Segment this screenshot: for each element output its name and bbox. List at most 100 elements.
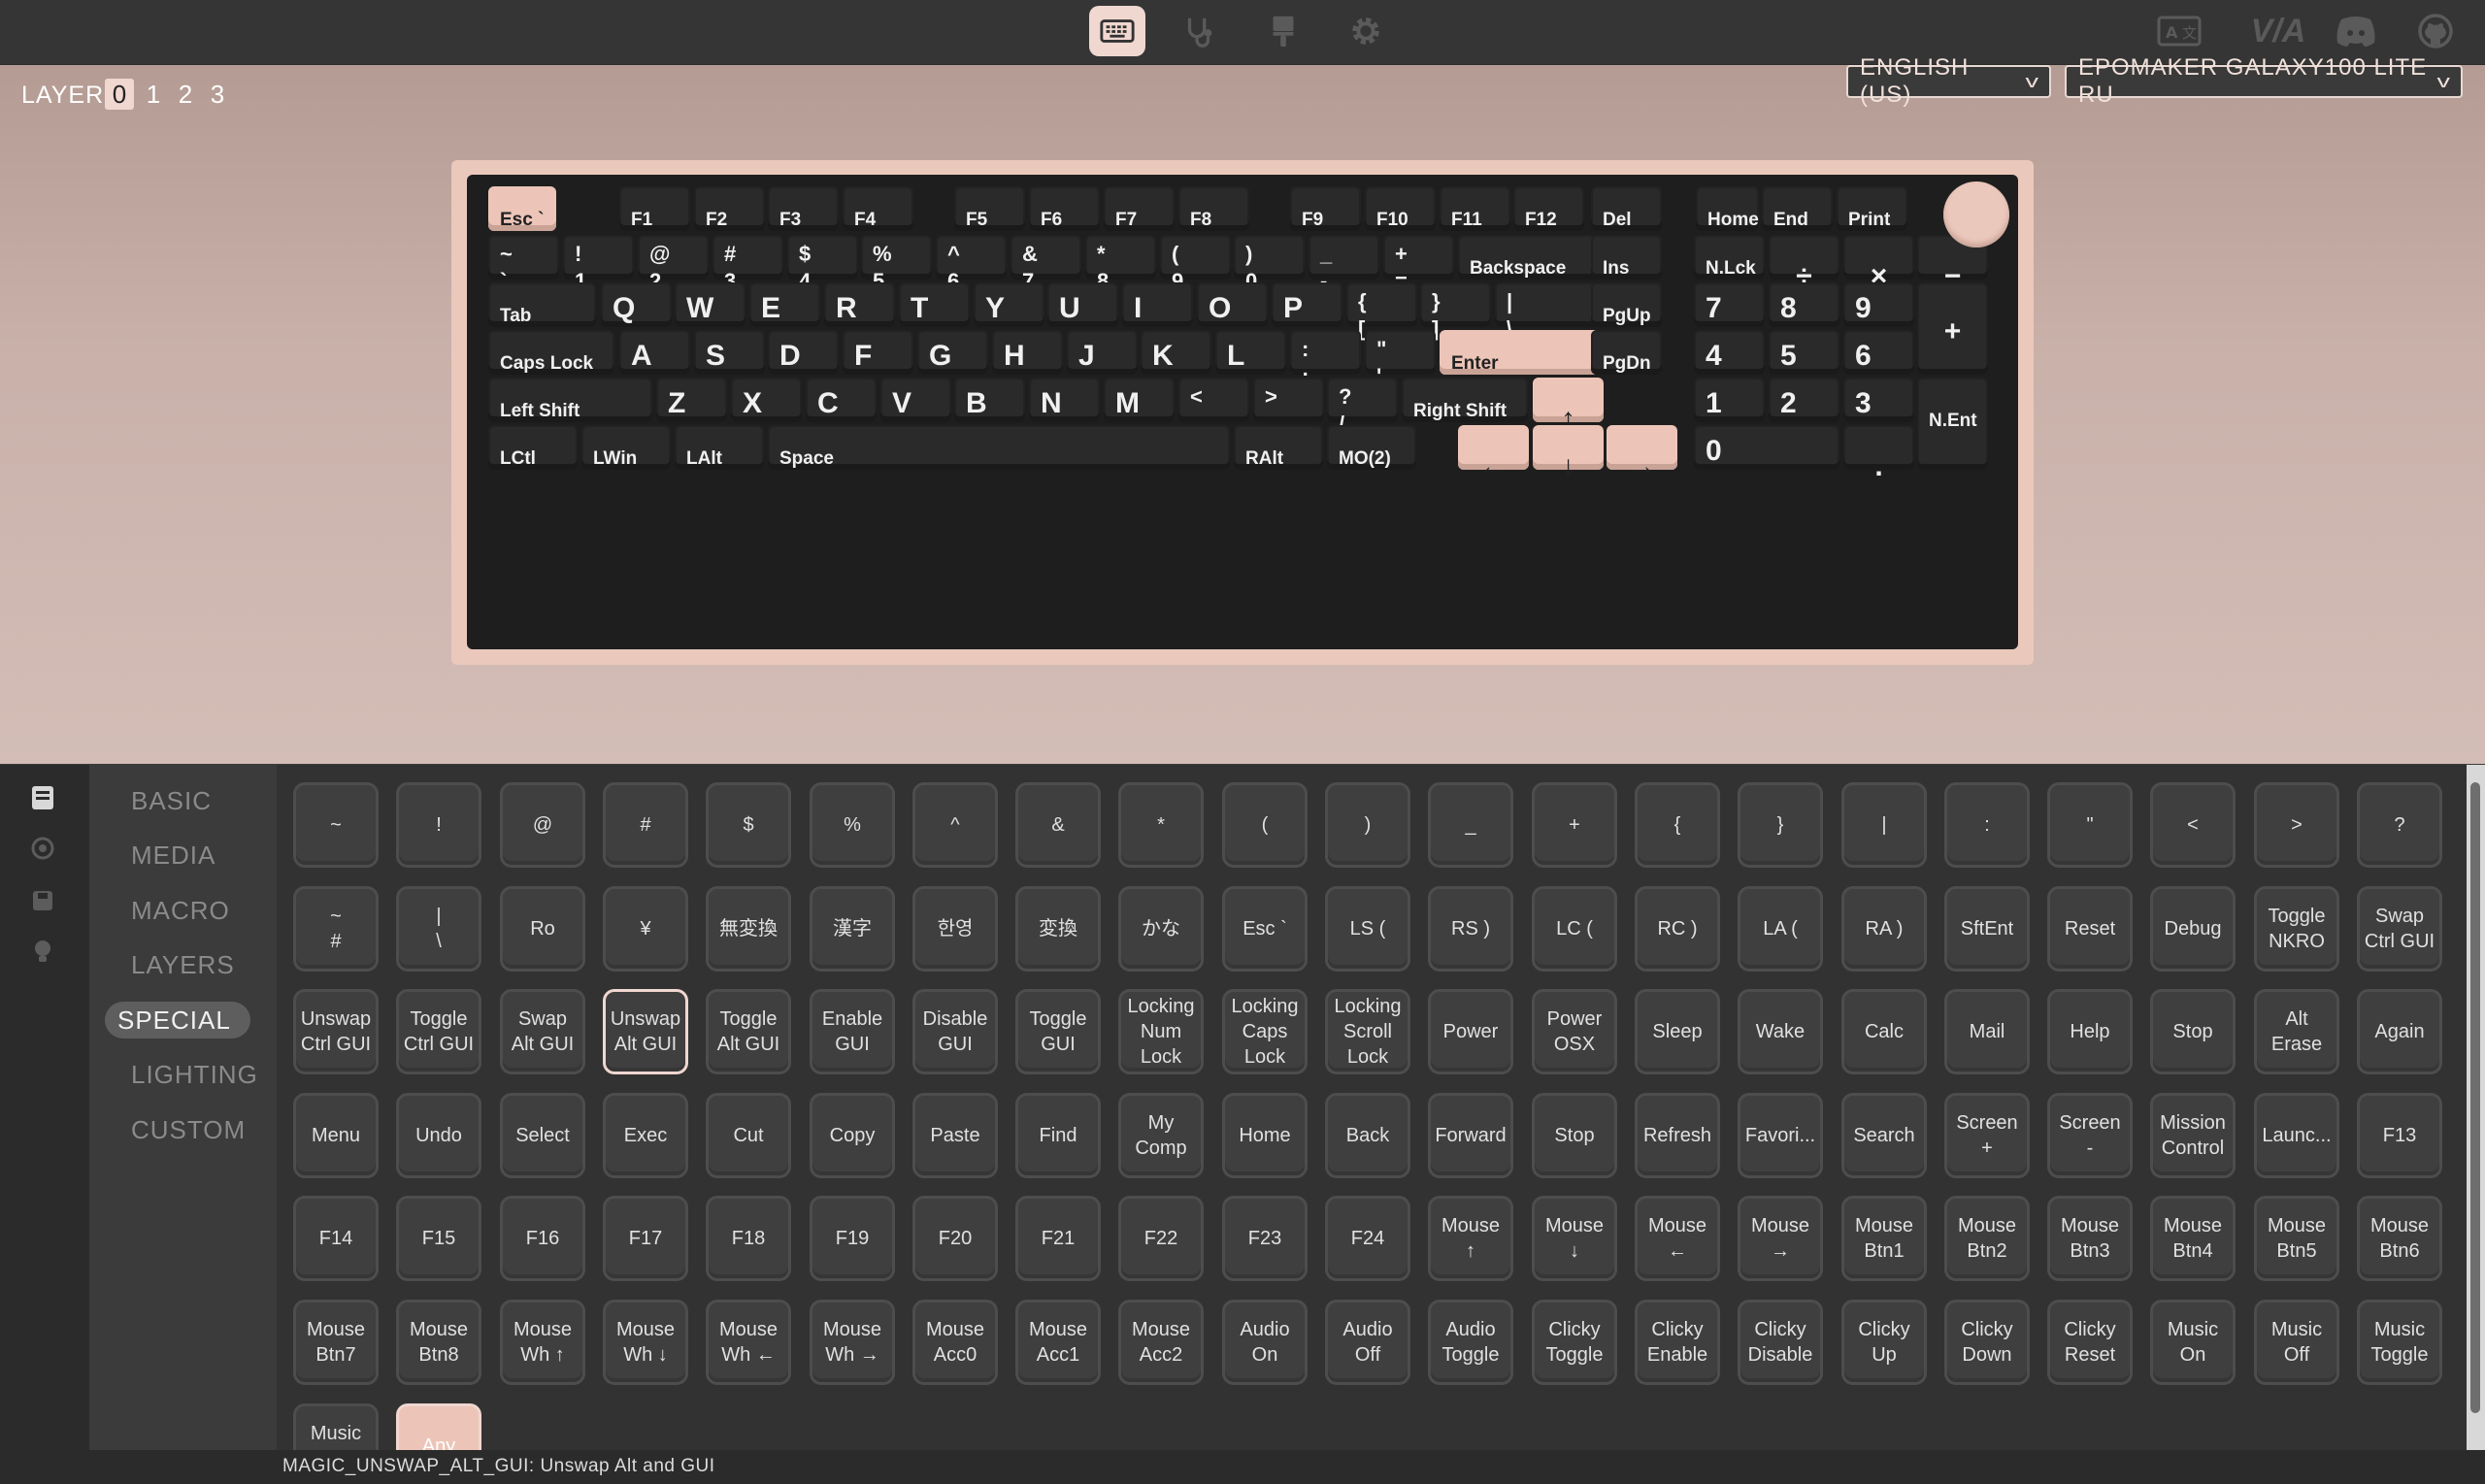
keycode-button[interactable]: Mouse Btn1 bbox=[1841, 1196, 1927, 1281]
keycode-button[interactable]: Screen - bbox=[2047, 1093, 2133, 1178]
keyboard-key[interactable]: Esc ` bbox=[488, 186, 556, 231]
category-basic[interactable]: BASIC bbox=[118, 782, 264, 819]
keycode-button[interactable]: { bbox=[1635, 782, 1720, 868]
keycode-button[interactable]: LC ( bbox=[1532, 886, 1617, 972]
rotary-knob[interactable] bbox=[1943, 181, 2009, 247]
keyboard-key[interactable]: F10 bbox=[1365, 186, 1436, 231]
category-custom[interactable]: CUSTOM bbox=[118, 1111, 264, 1148]
keycode-button[interactable]: Sleep bbox=[1635, 989, 1720, 1074]
keycode-button[interactable]: | \ bbox=[396, 886, 481, 972]
keyboard-key[interactable]: 9 bbox=[1843, 282, 1914, 327]
discord-icon[interactable] bbox=[2330, 10, 2382, 52]
keycode-button[interactable]: Mouse Wh ← bbox=[706, 1300, 791, 1385]
keycode-button[interactable]: + bbox=[1532, 782, 1617, 868]
keyboard-key[interactable]: Right Shift bbox=[1402, 378, 1528, 422]
keyboard-key[interactable]: A bbox=[619, 330, 690, 375]
keyboard-key[interactable]: S bbox=[694, 330, 765, 375]
keyboard-key[interactable]: PgUp bbox=[1591, 282, 1662, 327]
keycode-button[interactable]: 한영 bbox=[912, 886, 998, 972]
category-macro[interactable]: MACRO bbox=[118, 892, 264, 929]
keycode-button[interactable]: F16 bbox=[500, 1196, 585, 1281]
settings-tab-icon[interactable] bbox=[1338, 6, 1394, 56]
keycode-button[interactable]: F18 bbox=[706, 1196, 791, 1281]
keycode-button[interactable]: Toggle Ctrl GUI bbox=[396, 989, 481, 1074]
keycode-button[interactable]: @ bbox=[500, 782, 585, 868]
keycode-button[interactable]: F19 bbox=[810, 1196, 895, 1281]
keycode-button[interactable]: Search bbox=[1841, 1093, 1927, 1178]
keycode-button[interactable]: Again bbox=[2357, 989, 2442, 1074]
keycode-button[interactable]: > bbox=[2254, 782, 2339, 868]
keyboard-key[interactable]: ) 0 bbox=[1234, 235, 1305, 293]
keycode-button[interactable]: Clicky Disable bbox=[1738, 1300, 1823, 1385]
keycode-button[interactable]: RC ) bbox=[1635, 886, 1720, 972]
keycode-button[interactable]: F17 bbox=[603, 1196, 688, 1281]
keyboard-key[interactable]: 3 bbox=[1843, 378, 1914, 422]
keycode-button[interactable]: 無変換 bbox=[706, 886, 791, 972]
keycode-button[interactable]: Mouse Wh → bbox=[810, 1300, 895, 1385]
keyboard-key[interactable]: . bbox=[1843, 425, 1914, 482]
keyboard-key[interactable]: M bbox=[1104, 378, 1175, 422]
keyboard-key[interactable]: ^ 6 bbox=[936, 235, 1007, 293]
keyboard-key[interactable]: | \ bbox=[1495, 282, 1602, 341]
keyboard-key[interactable]: U bbox=[1047, 282, 1118, 327]
keyboard-key[interactable]: 2 bbox=[1769, 378, 1839, 422]
keycode-button[interactable]: % bbox=[810, 782, 895, 868]
keyboard-key[interactable]: Ins bbox=[1591, 235, 1662, 280]
keyboard-key[interactable]: F4 bbox=[843, 186, 913, 231]
keyboard-tab-icon[interactable] bbox=[1089, 6, 1145, 56]
keyboard-key[interactable]: ~ ` bbox=[488, 235, 559, 293]
keycode-button[interactable]: RA ) bbox=[1841, 886, 1927, 972]
keycode-button[interactable]: Music Mode bbox=[293, 1403, 379, 1450]
keycode-button[interactable]: Mouse Btn8 bbox=[396, 1300, 481, 1385]
keyboard-key[interactable]: 4 bbox=[1694, 330, 1765, 375]
keycode-button[interactable]: Audio Off bbox=[1325, 1300, 1410, 1385]
keyboard-key[interactable]: ÷ bbox=[1769, 235, 1839, 292]
keycode-button[interactable]: Music Off bbox=[2254, 1300, 2339, 1385]
keyboard-key[interactable]: B bbox=[954, 378, 1025, 422]
keyboard-key[interactable]: 5 bbox=[1769, 330, 1839, 375]
keycode-button[interactable]: ) bbox=[1325, 782, 1410, 868]
keycode-button[interactable]: Undo bbox=[396, 1093, 481, 1178]
keyboard-key[interactable]: Caps Lock bbox=[488, 330, 614, 375]
keyboard-key[interactable]: Del bbox=[1591, 186, 1662, 231]
keycode-button[interactable]: Disable GUI bbox=[912, 989, 998, 1074]
keycode-button[interactable]: Swap Ctrl GUI bbox=[2357, 886, 2442, 972]
keycode-button[interactable]: Back bbox=[1325, 1093, 1410, 1178]
keycode-button[interactable]: Mouse Btn4 bbox=[2150, 1196, 2236, 1281]
keycode-button[interactable]: Music Toggle bbox=[2357, 1300, 2442, 1385]
keyboard-key[interactable]: + = bbox=[1383, 235, 1454, 293]
keyboard-key[interactable]: L bbox=[1215, 330, 1286, 375]
layer-2-button[interactable]: 2 bbox=[171, 79, 200, 110]
keyboard-key[interactable]: RAlt bbox=[1234, 425, 1323, 470]
keycode-button[interactable]: Power bbox=[1428, 989, 1513, 1074]
keycode-button[interactable]: Mouse ↑ bbox=[1428, 1196, 1513, 1281]
keyboard-key[interactable]: × bbox=[1843, 235, 1914, 292]
keyboard-key[interactable]: : ; bbox=[1290, 330, 1361, 388]
keycode-button[interactable]: かな bbox=[1118, 886, 1204, 972]
keycode-button[interactable]: Mouse Wh ↓ bbox=[603, 1300, 688, 1385]
category-layers[interactable]: LAYERS bbox=[118, 947, 264, 984]
keycode-button[interactable]: " bbox=[2047, 782, 2133, 868]
keycode-button[interactable]: RS ) bbox=[1428, 886, 1513, 972]
keyboard-key[interactable]: F8 bbox=[1178, 186, 1249, 231]
keyboard-key[interactable]: N bbox=[1029, 378, 1100, 422]
keyboard-key[interactable]: @ 2 bbox=[638, 235, 709, 293]
keyboard-key[interactable]: G bbox=[917, 330, 988, 375]
keycode-button[interactable]: ¥ bbox=[603, 886, 688, 972]
keycode-menu-icon[interactable] bbox=[27, 782, 58, 813]
keycode-button[interactable]: Power OSX bbox=[1532, 989, 1617, 1074]
keyboard-key[interactable]: F6 bbox=[1029, 186, 1100, 231]
keycode-button[interactable]: Cut bbox=[706, 1093, 791, 1178]
keyboard-key[interactable]: > . bbox=[1253, 378, 1324, 436]
keycode-button[interactable]: Help bbox=[2047, 989, 2133, 1074]
keyboard-key[interactable]: Tab bbox=[488, 282, 596, 327]
keycode-button[interactable]: Locking Num Lock bbox=[1118, 989, 1204, 1074]
keyboard-key[interactable]: F9 bbox=[1290, 186, 1361, 231]
keycode-button[interactable]: 変換 bbox=[1015, 886, 1101, 972]
github-icon[interactable] bbox=[2409, 10, 2462, 52]
keyboard-key[interactable]: R bbox=[824, 282, 895, 327]
keycode-button[interactable]: F13 bbox=[2357, 1093, 2442, 1178]
language-icon[interactable]: A文 bbox=[2153, 10, 2205, 52]
keycode-button[interactable]: F22 bbox=[1118, 1196, 1204, 1281]
keyboard-key[interactable]: ↑ bbox=[1533, 378, 1604, 435]
